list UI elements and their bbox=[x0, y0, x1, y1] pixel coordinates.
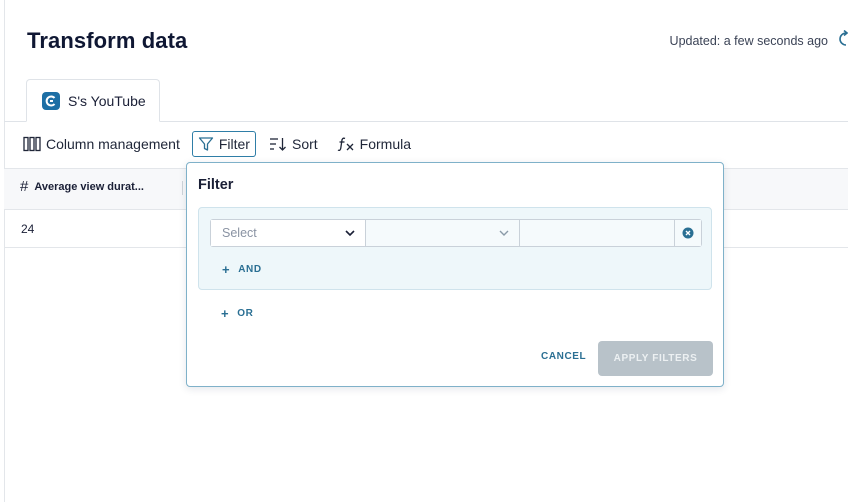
toolbar: Column management Filter Sort Formula bbox=[18, 130, 416, 158]
filter-popover-title: Filter bbox=[198, 177, 234, 193]
left-rule bbox=[4, 0, 5, 502]
updated-status: Updated: a few seconds ago bbox=[669, 34, 828, 48]
and-label: AND bbox=[238, 264, 262, 275]
plus-icon: + bbox=[222, 262, 231, 277]
column-select[interactable]: Select bbox=[211, 220, 365, 246]
tab-label: S's YouTube bbox=[68, 92, 146, 109]
filter-popover: Filter Select + AND + OR CANCEL APPLY FI… bbox=[186, 162, 724, 387]
formula-icon bbox=[337, 137, 354, 152]
chevron-down-icon bbox=[345, 230, 355, 237]
apply-filters-label: APPLY FILTERS bbox=[613, 353, 698, 364]
filter-condition-row: Select bbox=[210, 219, 702, 247]
refresh-icon[interactable] bbox=[838, 30, 848, 48]
formula-button[interactable]: Formula bbox=[332, 131, 416, 157]
add-or-group-button[interactable]: + OR bbox=[221, 306, 253, 321]
column-header[interactable]: # Average view durat... bbox=[20, 178, 144, 195]
tab-source-youtube[interactable]: S's YouTube bbox=[26, 79, 160, 122]
filter-button[interactable]: Filter bbox=[191, 131, 256, 157]
sort-label: Sort bbox=[291, 136, 318, 152]
add-and-condition-button[interactable]: + AND bbox=[222, 262, 262, 277]
column-management-label: Column management bbox=[46, 136, 180, 152]
column-resize-handle[interactable] bbox=[182, 181, 183, 195]
or-label: OR bbox=[237, 308, 254, 319]
column-header-label: Average view durat... bbox=[34, 180, 144, 193]
filter-label: Filter bbox=[218, 136, 250, 152]
cancel-button[interactable]: CANCEL bbox=[541, 351, 586, 362]
sort-icon bbox=[269, 138, 286, 151]
value-input[interactable] bbox=[519, 220, 674, 246]
number-type-icon: # bbox=[20, 178, 29, 195]
filter-icon bbox=[198, 137, 214, 151]
page-title: Transform data bbox=[27, 28, 188, 53]
remove-condition-button[interactable] bbox=[674, 220, 701, 246]
close-circle-icon bbox=[682, 227, 694, 239]
column-management-button[interactable]: Column management bbox=[18, 131, 185, 157]
sort-button[interactable]: Sort bbox=[264, 131, 323, 157]
apply-filters-button[interactable]: APPLY FILTERS bbox=[598, 341, 713, 376]
plus-icon: + bbox=[221, 306, 230, 321]
formula-label: Formula bbox=[359, 136, 412, 152]
columns-icon bbox=[23, 136, 41, 152]
filter-condition-group: Select + AND bbox=[198, 207, 712, 290]
source-logo-icon bbox=[42, 91, 60, 110]
table-cell[interactable]: 24 bbox=[21, 222, 34, 236]
chevron-down-icon bbox=[499, 230, 509, 236]
app-window: Transform data Updated: a few seconds ag… bbox=[0, 0, 848, 502]
operator-select[interactable] bbox=[365, 220, 519, 246]
column-select-placeholder: Select bbox=[222, 226, 257, 240]
